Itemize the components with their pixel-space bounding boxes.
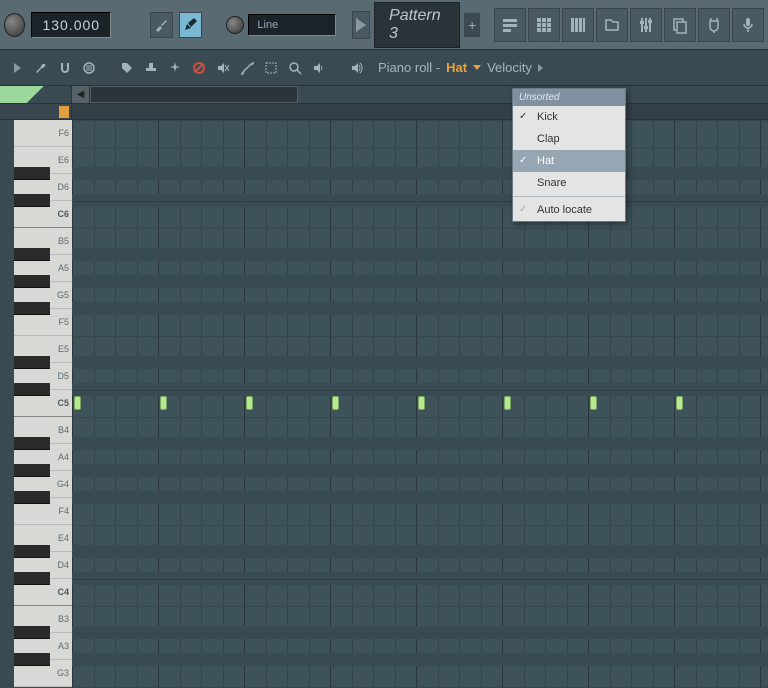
ruler-corner xyxy=(0,104,72,119)
timeline-ruler[interactable] xyxy=(0,104,768,120)
speaker-icon[interactable] xyxy=(348,59,366,77)
note[interactable] xyxy=(246,396,253,410)
scroll-left-button[interactable]: ◀ xyxy=(72,86,90,103)
channel-popup: Unsorted ✓KickClap✓HatSnare ✓ Auto locat… xyxy=(512,88,626,222)
snap-knob-icon[interactable] xyxy=(226,16,244,34)
piano-keys[interactable]: F6E6D6C6B5A5G5F5E5D5C5B4A4G4F4E4D4C4B3A3… xyxy=(14,120,72,688)
copy-icon[interactable] xyxy=(664,8,696,42)
note[interactable] xyxy=(504,396,511,410)
browser-icon[interactable] xyxy=(596,8,628,42)
snap-mode-select[interactable]: Line xyxy=(248,14,336,36)
plugin-icon[interactable] xyxy=(698,8,730,42)
breadcrumb: Piano roll - Hat Velocity xyxy=(378,60,543,75)
popup-auto-locate[interactable]: ✓ Auto locate xyxy=(513,199,625,221)
black-key[interactable] xyxy=(14,653,50,666)
note[interactable] xyxy=(590,396,597,410)
wrench-icon[interactable] xyxy=(32,59,50,77)
piano-roll-icon[interactable] xyxy=(562,8,594,42)
mute-icon[interactable] xyxy=(214,59,232,77)
note[interactable] xyxy=(74,396,81,410)
black-key[interactable] xyxy=(14,626,50,639)
black-key[interactable] xyxy=(14,491,50,504)
black-key[interactable] xyxy=(14,275,50,288)
black-key[interactable] xyxy=(14,194,50,207)
black-key[interactable] xyxy=(14,572,50,585)
note[interactable] xyxy=(418,396,425,410)
breadcrumb-channel[interactable]: Hat xyxy=(446,60,467,75)
pattern-add-button[interactable]: + xyxy=(464,13,480,37)
knob-main[interactable] xyxy=(4,13,25,37)
draw-tool-icon[interactable] xyxy=(179,12,202,38)
popup-item-kick[interactable]: ✓Kick xyxy=(513,106,625,128)
popup-item-hat[interactable]: ✓Hat xyxy=(513,150,625,172)
stamp-icon[interactable] xyxy=(142,59,160,77)
popup-item-clap[interactable]: Clap xyxy=(513,128,625,150)
tempo-display[interactable]: 130.000 xyxy=(31,12,111,38)
piano-roll-toolbar: Piano roll - Hat Velocity xyxy=(0,50,768,86)
playlist-icon[interactable] xyxy=(494,8,526,42)
black-key[interactable] xyxy=(14,356,50,369)
chevron-down-icon[interactable] xyxy=(473,65,481,70)
window-mode-buttons xyxy=(494,8,764,42)
pattern-selector[interactable]: Pattern 3 xyxy=(374,2,460,48)
tag-icon[interactable] xyxy=(118,59,136,77)
magnet-icon[interactable] xyxy=(56,59,74,77)
breadcrumb-property[interactable]: Velocity xyxy=(487,60,532,75)
playhead-flag-icon[interactable] xyxy=(59,106,69,118)
zoom-icon[interactable] xyxy=(286,59,304,77)
note[interactable] xyxy=(160,396,167,410)
timeline-scroll: ◀ xyxy=(0,86,768,104)
black-key[interactable] xyxy=(14,167,50,180)
chevron-right-icon[interactable] xyxy=(538,64,543,72)
play-icon[interactable] xyxy=(8,59,26,77)
disable-icon[interactable] xyxy=(190,59,208,77)
black-key[interactable] xyxy=(14,302,50,315)
note[interactable] xyxy=(676,396,683,410)
scroll-thumb[interactable] xyxy=(90,86,298,103)
corner-gradient[interactable] xyxy=(0,86,72,103)
piano-roll-main: F6E6D6C6B5A5G5F5E5D5C5B4A4G4F4E4D4C4B3A3… xyxy=(0,120,768,688)
note-grid[interactable] xyxy=(72,120,768,688)
black-key[interactable] xyxy=(14,248,50,261)
brush-tool-icon[interactable] xyxy=(150,12,173,38)
sparkle-icon[interactable] xyxy=(166,59,184,77)
black-key[interactable] xyxy=(14,545,50,558)
pattern-play-icon[interactable] xyxy=(352,11,370,39)
top-toolbar: 130.000 Line Pattern 3 + xyxy=(0,0,768,50)
select-icon[interactable] xyxy=(262,59,280,77)
mic-icon[interactable] xyxy=(732,8,764,42)
mixer-icon[interactable] xyxy=(630,8,662,42)
note[interactable] xyxy=(332,396,339,410)
step-seq-icon[interactable] xyxy=(528,8,560,42)
popup-item-snare[interactable]: Snare xyxy=(513,172,625,194)
popup-header: Unsorted xyxy=(513,89,625,106)
menu-icon[interactable] xyxy=(80,59,98,77)
black-key[interactable] xyxy=(14,464,50,477)
breadcrumb-prefix: Piano roll - xyxy=(378,60,440,75)
volume-icon[interactable] xyxy=(310,59,328,77)
key-F6[interactable]: F6 xyxy=(14,120,72,147)
black-key[interactable] xyxy=(14,437,50,450)
slice-icon[interactable] xyxy=(238,59,256,77)
black-key[interactable] xyxy=(14,383,50,396)
